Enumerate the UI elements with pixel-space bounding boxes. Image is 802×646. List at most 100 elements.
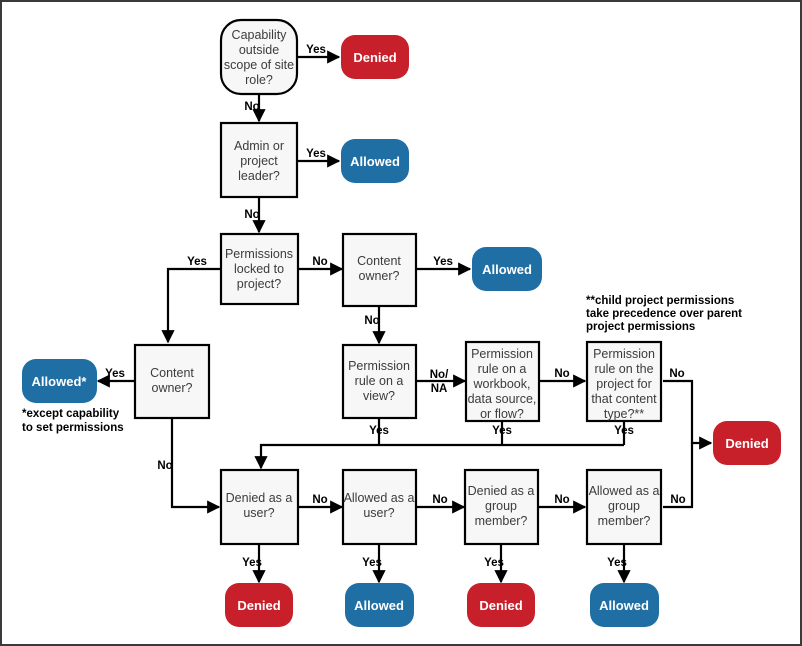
decision-label-line: Permission [593,347,655,361]
decision-node-denied-as-user[interactable]: Denied as a user? [219,468,300,546]
footnote-left-line-2: to set permissions [22,422,124,434]
edge-label-content-top-yes: Yes [433,256,453,268]
decision-label-line: Content [150,366,194,380]
terminal-label: Allowed [482,262,532,277]
terminal-label: Allowed* [32,374,88,389]
edge-label-view-no-na-2: NA [431,383,448,395]
edge-label-denied-user-yes: Yes [242,557,262,569]
edge-locked-yes [161,267,221,344]
terminal-label: Denied [237,598,280,613]
decision-label-line: owner? [152,381,193,395]
decision-node-allowed-as-user[interactable]: Allowed as a user? [341,468,418,546]
decision-node-denied-as-group[interactable]: Denied as a group member? [463,468,540,546]
decision-label-line: Allowed as a [589,484,660,498]
decision-label-line: Denied as a [468,484,535,498]
edge-label-admin-yes: Yes [306,148,326,160]
terminal-label: Allowed [350,154,400,169]
flowchart-canvas: Yes No Yes No No Yes Yes No Yes No No/ N… [0,0,802,646]
footnote-left: *except capability to set permissions [22,408,124,434]
decision-label-line: Capability [232,28,288,42]
decision-label-line: or flow? [480,407,524,421]
decision-label-line: Denied as a [226,491,293,505]
edge-label-denied-group-yes: Yes [484,557,504,569]
decision-node-content-owner-top[interactable]: Content owner? [341,232,418,308]
decision-label-line: rule on the [594,362,653,376]
footnote-right: **child project permissions take precede… [586,295,742,333]
decision-label-line: scope of site [224,58,294,72]
edge-label-capability-no: No [244,101,259,113]
edge-label-locked-yes: Yes [187,256,207,268]
edge-label-view-yes: Yes [369,425,389,437]
decision-label-line: project [240,154,278,168]
decision-label-line: Permission [348,359,410,373]
terminal-denied-right[interactable]: Denied [713,421,781,465]
edge-label-allowed-user-yes: Yes [362,557,382,569]
decision-label-line: role? [245,73,273,87]
decision-label-line: Permission [471,347,533,361]
edge-label-admin-no: No [244,209,259,221]
terminal-label: Denied [353,50,396,65]
decision-node-rule-on-view[interactable]: Permission rule on a view? [341,343,418,420]
edge-label-allowed-group-no: No [670,494,685,506]
decision-label-line: Admin or [234,139,284,153]
edge-label-content-left-yes: Yes [105,368,125,380]
edge-label-denied-group-no: No [554,494,569,506]
decision-label-line: group [608,499,640,513]
terminal-allowed-admin[interactable]: Allowed [341,139,409,183]
decision-label-line: that content [591,392,657,406]
terminal-denied-group[interactable]: Denied [467,583,535,627]
terminal-denied-capability[interactable]: Denied [341,35,409,79]
edge-yes-merge-bus [254,443,624,470]
edge-label-view-no-na-1: No/ [430,369,449,381]
decision-label-line: user? [243,506,274,520]
decision-node-capability-scope[interactable]: Capability outside scope of site role? [219,18,299,96]
decision-node-rule-on-project[interactable]: Permission rule on the project for that … [585,340,663,423]
decision-label-line: Allowed as a [344,491,415,505]
edge-label-content-top-no: No [364,315,379,327]
decision-label-line: user? [363,506,394,520]
edge-label-capability-yes: Yes [306,44,326,56]
decision-label-line: group [485,499,517,513]
decision-label-line: Permissions [225,247,293,261]
decision-node-allowed-as-group[interactable]: Allowed as a group member? [585,468,663,546]
decision-label-line: workbook, [473,377,531,391]
terminal-allowed-content-left[interactable]: Allowed* [22,359,97,403]
decision-label-line: data source, [468,392,537,406]
decision-node-permissions-locked[interactable]: Permissions locked to project? [219,232,300,306]
decision-node-rule-on-workbook[interactable]: Permission rule on a workbook, data sour… [464,340,541,423]
decision-label-line: leader? [238,169,280,183]
decision-label-line: member? [598,514,651,528]
terminal-denied-user[interactable]: Denied [225,583,293,627]
edge-label-allowed-user-no: No [432,494,447,506]
edge-label-workbook-yes: Yes [492,425,512,437]
edge-label-project-yes: Yes [614,425,634,437]
decision-label-line: Content [357,254,401,268]
decision-label-line: view? [363,389,395,403]
decision-label-line: project? [237,277,282,291]
terminal-label: Allowed [354,598,404,613]
edge-content-left-no [170,418,221,514]
decision-label-line: owner? [359,269,400,283]
decision-label-line: member? [475,514,528,528]
decision-node-content-owner-left[interactable]: Content owner? [133,343,211,420]
terminal-allowed-user[interactable]: Allowed [345,583,414,627]
edge-label-denied-user-no: No [312,494,327,506]
edge-project-no [663,379,713,450]
permissions-flowchart: Yes No Yes No No Yes Yes No Yes No No/ N… [22,18,781,627]
decision-label-line: type?** [604,407,644,421]
edge-label-content-left-no: No [157,460,172,472]
decision-label-line: rule on a [478,362,527,376]
decision-label-line: rule on a [355,374,404,388]
terminal-label: Denied [725,436,768,451]
decision-label-line: locked to [234,262,284,276]
decision-label-line: project for [596,377,652,391]
decision-label-line: outside [239,43,279,57]
edge-label-locked-no: No [312,256,327,268]
terminal-label: Allowed [599,598,649,613]
decision-node-admin-or-project-leader[interactable]: Admin or project leader? [219,121,299,199]
terminal-allowed-group[interactable]: Allowed [590,583,659,627]
edge-label-allowed-group-yes: Yes [607,557,627,569]
terminal-allowed-content-top[interactable]: Allowed [472,247,542,291]
footnote-right-line-3: project permissions [586,321,695,333]
edge-label-project-no: No [669,368,684,380]
